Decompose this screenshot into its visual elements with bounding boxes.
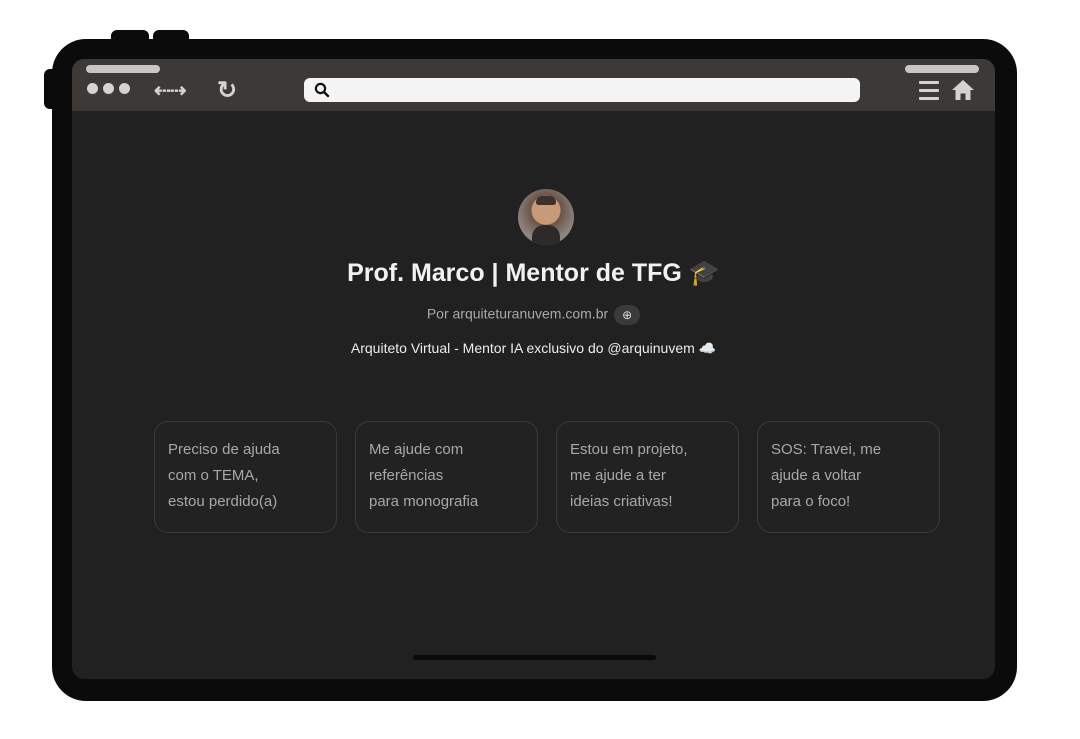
toolbar-handle-left: [86, 65, 160, 73]
globe-icon[interactable]: ⊕: [614, 305, 641, 325]
back-forward-icon[interactable]: ⇠⇢: [154, 78, 187, 103]
home-icon[interactable]: [951, 79, 975, 101]
window-dots-icon[interactable]: [87, 83, 130, 94]
description: Arquiteto Virtual - Mentor IA exclusivo …: [350, 340, 717, 356]
page-title: Prof. Marco | Mentor de TFG 🎓: [347, 259, 720, 287]
starter-card[interactable]: Me ajude com referências para monografia: [355, 421, 538, 533]
address-bar[interactable]: [304, 78, 860, 102]
byline-text: Por arquiteturanuvem.com.br: [426, 305, 609, 322]
menu-icon[interactable]: [919, 81, 939, 105]
search-icon: [314, 82, 330, 98]
reload-icon[interactable]: ↻: [217, 76, 237, 105]
starter-card[interactable]: Preciso de ajuda com o TEMA, estou perdi…: [154, 421, 337, 533]
avatar: [518, 189, 574, 245]
tablet-screen: ⇠⇢ ↻ Prof. Marco | Mentor de TFG 🎓 Por a…: [72, 59, 995, 679]
toolbar-handle-right: [905, 65, 979, 73]
browser-toolbar: ⇠⇢ ↻: [72, 59, 995, 111]
conversation-starters: Preciso de ajuda com o TEMA, estou perdi…: [154, 421, 940, 533]
starter-card[interactable]: SOS: Travei, me ajude a voltar para o fo…: [757, 421, 940, 533]
home-indicator: [413, 655, 656, 660]
byline: Por arquiteturanuvem.com.br ⊕: [72, 305, 995, 325]
starter-card[interactable]: Estou em projeto, me ajude a ter ideias …: [556, 421, 739, 533]
